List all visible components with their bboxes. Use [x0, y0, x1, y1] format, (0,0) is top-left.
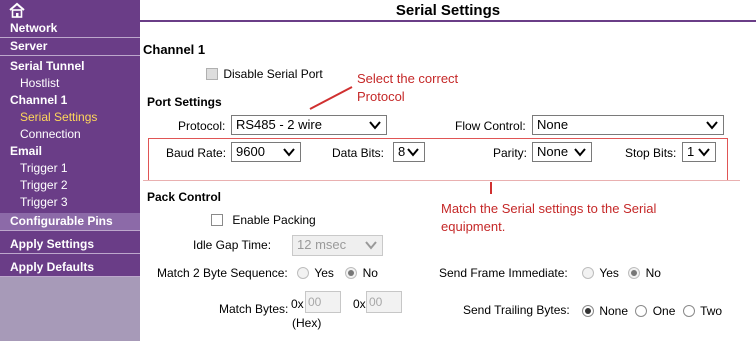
sidebar-item-server[interactable]: Server: [0, 38, 140, 56]
chevron-down-icon: [698, 148, 710, 157]
chevron-down-icon: [574, 148, 586, 157]
match-bytes-label: Match Bytes:: [219, 302, 289, 316]
protocol-value: RS485 - 2 wire: [236, 117, 322, 132]
idle-gap-label: Idle Gap Time:: [193, 238, 272, 252]
parity-select[interactable]: None: [532, 142, 592, 162]
sidebar-item-email[interactable]: Email: [0, 143, 140, 160]
send-frame-no-label: No: [645, 265, 661, 280]
match-byte-1-input[interactable]: 00: [305, 291, 341, 313]
sidebar-item-serial-tunnel[interactable]: Serial Tunnel: [0, 58, 140, 75]
stop-bits-label: Stop Bits:: [625, 146, 677, 160]
serial-annotation-line1: Match the Serial settings to the Serial: [441, 201, 657, 216]
send-frame-label: Send Frame Immediate:: [439, 266, 568, 280]
match-2-byte-no-label: No: [362, 265, 378, 280]
sidebar-item-serial-settings[interactable]: Serial Settings: [0, 109, 140, 126]
hex-unit-label: (Hex): [292, 316, 322, 330]
trailing-one-label: One: [652, 303, 676, 318]
parity-value: None: [537, 144, 569, 159]
sidebar-item-trigger-3[interactable]: Trigger 3: [0, 194, 140, 211]
chevron-down-icon: [283, 148, 295, 157]
section-divider: [143, 180, 740, 181]
sidebar-item-connection[interactable]: Connection: [0, 126, 140, 143]
match-2-byte-label: Match 2 Byte Sequence:: [157, 266, 288, 280]
trailing-none-label: None: [599, 303, 629, 318]
data-bits-value: 8: [398, 144, 406, 159]
flow-control-label: Flow Control:: [455, 119, 526, 133]
hex-prefix-1: 0x: [291, 297, 304, 311]
disable-serial-port-row[interactable]: Disable Serial Port: [206, 66, 323, 81]
sidebar-nav: Network Server Serial Tunnel Hostlist Ch…: [0, 0, 140, 341]
data-bits-select[interactable]: 8: [393, 142, 425, 162]
port-settings-heading: Port Settings: [147, 95, 222, 109]
send-trailing-radios: None One Two: [582, 303, 722, 318]
hex-prefix-2: 0x: [353, 297, 366, 311]
disable-serial-port-label: Disable Serial Port: [223, 66, 323, 81]
match-2-byte-yes-radio[interactable]: [297, 266, 309, 279]
chevron-down-icon: [365, 241, 377, 250]
page-title: Serial Settings: [140, 0, 756, 22]
enable-packing-checkbox[interactable]: [211, 213, 223, 226]
serial-annotation-line2: equipment.: [441, 219, 506, 234]
match-byte-2-input[interactable]: 00: [366, 291, 402, 313]
send-frame-yes-radio[interactable]: [582, 266, 594, 279]
channel-heading: Channel 1: [143, 42, 206, 57]
sidebar-item-configurable-pins[interactable]: Configurable Pins: [0, 213, 140, 231]
send-frame-no-radio[interactable]: [628, 266, 641, 279]
stop-bits-value: 1: [687, 144, 695, 159]
stop-bits-select[interactable]: 1: [682, 142, 716, 162]
send-frame-yes-label: Yes: [599, 265, 619, 280]
sidebar-filler: [0, 277, 140, 341]
baud-rate-select[interactable]: 9600: [231, 142, 301, 162]
trailing-none-radio[interactable]: [582, 304, 594, 317]
sidebar-item-trigger-1[interactable]: Trigger 1: [0, 160, 140, 177]
data-bits-label: Data Bits:: [332, 146, 385, 160]
flow-control-select[interactable]: None: [532, 115, 724, 135]
match-2-byte-no-radio[interactable]: [345, 266, 358, 279]
sidebar-item-apply-settings[interactable]: Apply Settings: [0, 236, 140, 254]
parity-label: Parity:: [493, 146, 528, 160]
pack-control-heading: Pack Control: [147, 190, 222, 204]
flow-control-value: None: [537, 117, 569, 132]
protocol-annotation-line1: Select the correct: [357, 71, 459, 86]
trailing-one-radio[interactable]: [635, 304, 648, 317]
idle-gap-value: 12 msec: [297, 237, 347, 252]
sidebar-item-apply-defaults[interactable]: Apply Defaults: [0, 259, 140, 277]
match-2-byte-radios: Yes No: [297, 265, 378, 280]
annotation-arrow-line: [309, 86, 353, 110]
protocol-label: Protocol:: [178, 119, 226, 133]
sidebar-item-trigger-2[interactable]: Trigger 2: [0, 177, 140, 194]
match-2-byte-yes-label: Yes: [314, 265, 334, 280]
enable-packing-row[interactable]: Enable Packing: [211, 212, 316, 227]
protocol-annotation-line2: Protocol: [357, 89, 405, 104]
disable-serial-port-checkbox[interactable]: [206, 67, 218, 80]
send-trailing-label: Send Trailing Bytes:: [463, 303, 570, 317]
baud-rate-label: Baud Rate:: [166, 146, 227, 160]
sidebar-item-channel-1[interactable]: Channel 1: [0, 92, 140, 109]
enable-packing-label: Enable Packing: [232, 212, 316, 227]
chevron-down-icon: [407, 148, 419, 157]
chevron-down-icon: [706, 121, 718, 130]
send-frame-radios: Yes No: [582, 265, 661, 280]
trailing-two-label: Two: [700, 303, 723, 318]
protocol-select[interactable]: RS485 - 2 wire: [231, 115, 387, 135]
chevron-down-icon: [369, 121, 381, 130]
trailing-two-radio[interactable]: [682, 304, 695, 317]
sidebar-item-hostlist[interactable]: Hostlist: [0, 75, 140, 92]
home-icon[interactable]: [8, 2, 26, 18]
annotation-connector: [490, 182, 492, 194]
baud-rate-value: 9600: [236, 144, 265, 159]
idle-gap-select[interactable]: 12 msec: [292, 235, 383, 256]
sidebar-item-network[interactable]: Network: [0, 20, 140, 38]
